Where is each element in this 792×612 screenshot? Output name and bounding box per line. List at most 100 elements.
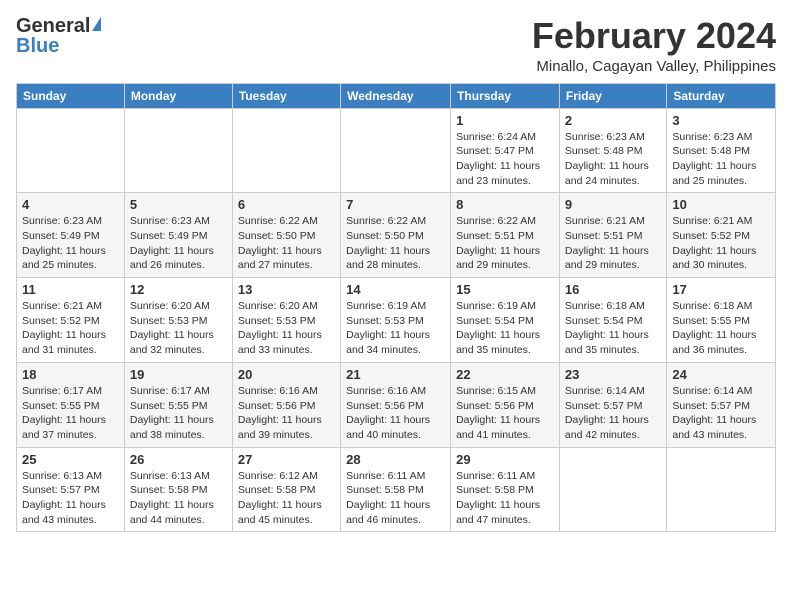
cell-text: Sunrise: 6:12 AMSunset: 5:58 PMDaylight:… [238, 469, 335, 528]
day-number: 8 [456, 197, 554, 212]
day-number: 10 [672, 197, 770, 212]
cell-text: Sunrise: 6:23 AMSunset: 5:48 PMDaylight:… [672, 130, 770, 189]
calendar-table: SundayMondayTuesdayWednesdayThursdayFrid… [16, 83, 776, 533]
cell-text: Sunrise: 6:20 AMSunset: 5:53 PMDaylight:… [130, 299, 227, 358]
cell-text: Sunrise: 6:19 AMSunset: 5:54 PMDaylight:… [456, 299, 554, 358]
calendar-cell: 27 Sunrise: 6:12 AMSunset: 5:58 PMDaylig… [232, 447, 340, 532]
cell-text: Sunrise: 6:17 AMSunset: 5:55 PMDaylight:… [130, 384, 227, 443]
calendar-cell: 9 Sunrise: 6:21 AMSunset: 5:51 PMDayligh… [559, 193, 666, 278]
cell-text: Sunrise: 6:18 AMSunset: 5:55 PMDaylight:… [672, 299, 770, 358]
header-wednesday: Wednesday [341, 83, 451, 108]
cell-text: Sunrise: 6:23 AMSunset: 5:49 PMDaylight:… [130, 214, 227, 273]
calendar-cell: 1 Sunrise: 6:24 AMSunset: 5:47 PMDayligh… [451, 108, 560, 193]
cell-text: Sunrise: 6:13 AMSunset: 5:57 PMDaylight:… [22, 469, 119, 528]
month-title: February 2024 [532, 16, 776, 56]
calendar-cell: 5 Sunrise: 6:23 AMSunset: 5:49 PMDayligh… [124, 193, 232, 278]
day-number: 25 [22, 452, 119, 467]
day-number: 5 [130, 197, 227, 212]
calendar-cell [17, 108, 125, 193]
calendar-cell: 28 Sunrise: 6:11 AMSunset: 5:58 PMDaylig… [341, 447, 451, 532]
calendar-cell [232, 108, 340, 193]
cell-text: Sunrise: 6:11 AMSunset: 5:58 PMDaylight:… [456, 469, 554, 528]
calendar-cell: 26 Sunrise: 6:13 AMSunset: 5:58 PMDaylig… [124, 447, 232, 532]
calendar-cell: 6 Sunrise: 6:22 AMSunset: 5:50 PMDayligh… [232, 193, 340, 278]
calendar-cell: 11 Sunrise: 6:21 AMSunset: 5:52 PMDaylig… [17, 278, 125, 363]
calendar-cell: 2 Sunrise: 6:23 AMSunset: 5:48 PMDayligh… [559, 108, 666, 193]
day-number: 20 [238, 367, 335, 382]
day-number: 7 [346, 197, 445, 212]
day-number: 21 [346, 367, 445, 382]
cell-text: Sunrise: 6:18 AMSunset: 5:54 PMDaylight:… [565, 299, 661, 358]
header-saturday: Saturday [667, 83, 776, 108]
calendar-cell: 19 Sunrise: 6:17 AMSunset: 5:55 PMDaylig… [124, 362, 232, 447]
title-area: February 2024 Minallo, Cagayan Valley, P… [532, 16, 776, 75]
cell-text: Sunrise: 6:14 AMSunset: 5:57 PMDaylight:… [565, 384, 661, 443]
cell-text: Sunrise: 6:22 AMSunset: 5:50 PMDaylight:… [238, 214, 335, 273]
week-row-4: 25 Sunrise: 6:13 AMSunset: 5:57 PMDaylig… [17, 447, 776, 532]
cell-text: Sunrise: 6:21 AMSunset: 5:52 PMDaylight:… [22, 299, 119, 358]
calendar-cell: 7 Sunrise: 6:22 AMSunset: 5:50 PMDayligh… [341, 193, 451, 278]
cell-text: Sunrise: 6:16 AMSunset: 5:56 PMDaylight:… [346, 384, 445, 443]
cell-text: Sunrise: 6:21 AMSunset: 5:51 PMDaylight:… [565, 214, 661, 273]
week-row-1: 4 Sunrise: 6:23 AMSunset: 5:49 PMDayligh… [17, 193, 776, 278]
day-number: 11 [22, 282, 119, 297]
day-number: 27 [238, 452, 335, 467]
cell-text: Sunrise: 6:15 AMSunset: 5:56 PMDaylight:… [456, 384, 554, 443]
day-number: 6 [238, 197, 335, 212]
header-thursday: Thursday [451, 83, 560, 108]
cell-text: Sunrise: 6:17 AMSunset: 5:55 PMDaylight:… [22, 384, 119, 443]
days-header-row: SundayMondayTuesdayWednesdayThursdayFrid… [17, 83, 776, 108]
day-number: 13 [238, 282, 335, 297]
calendar-cell: 10 Sunrise: 6:21 AMSunset: 5:52 PMDaylig… [667, 193, 776, 278]
cell-text: Sunrise: 6:23 AMSunset: 5:49 PMDaylight:… [22, 214, 119, 273]
logo-triangle-icon [92, 17, 101, 31]
cell-text: Sunrise: 6:19 AMSunset: 5:53 PMDaylight:… [346, 299, 445, 358]
calendar-cell: 14 Sunrise: 6:19 AMSunset: 5:53 PMDaylig… [341, 278, 451, 363]
calendar-cell [667, 447, 776, 532]
day-number: 15 [456, 282, 554, 297]
calendar-cell: 8 Sunrise: 6:22 AMSunset: 5:51 PMDayligh… [451, 193, 560, 278]
day-number: 1 [456, 113, 554, 128]
calendar-cell: 24 Sunrise: 6:14 AMSunset: 5:57 PMDaylig… [667, 362, 776, 447]
day-number: 2 [565, 113, 661, 128]
day-number: 3 [672, 113, 770, 128]
calendar-cell: 29 Sunrise: 6:11 AMSunset: 5:58 PMDaylig… [451, 447, 560, 532]
day-number: 9 [565, 197, 661, 212]
cell-text: Sunrise: 6:21 AMSunset: 5:52 PMDaylight:… [672, 214, 770, 273]
week-row-2: 11 Sunrise: 6:21 AMSunset: 5:52 PMDaylig… [17, 278, 776, 363]
day-number: 19 [130, 367, 227, 382]
calendar-cell [124, 108, 232, 193]
location-title: Minallo, Cagayan Valley, Philippines [532, 58, 776, 75]
cell-text: Sunrise: 6:13 AMSunset: 5:58 PMDaylight:… [130, 469, 227, 528]
calendar-cell: 22 Sunrise: 6:15 AMSunset: 5:56 PMDaylig… [451, 362, 560, 447]
cell-text: Sunrise: 6:23 AMSunset: 5:48 PMDaylight:… [565, 130, 661, 189]
calendar-cell: 25 Sunrise: 6:13 AMSunset: 5:57 PMDaylig… [17, 447, 125, 532]
day-number: 26 [130, 452, 227, 467]
calendar-cell [559, 447, 666, 532]
calendar-cell: 12 Sunrise: 6:20 AMSunset: 5:53 PMDaylig… [124, 278, 232, 363]
header-friday: Friday [559, 83, 666, 108]
logo-general: General [16, 16, 90, 36]
calendar-cell: 13 Sunrise: 6:20 AMSunset: 5:53 PMDaylig… [232, 278, 340, 363]
calendar-cell: 23 Sunrise: 6:14 AMSunset: 5:57 PMDaylig… [559, 362, 666, 447]
calendar-cell: 21 Sunrise: 6:16 AMSunset: 5:56 PMDaylig… [341, 362, 451, 447]
cell-text: Sunrise: 6:11 AMSunset: 5:58 PMDaylight:… [346, 469, 445, 528]
calendar-cell: 15 Sunrise: 6:19 AMSunset: 5:54 PMDaylig… [451, 278, 560, 363]
day-number: 12 [130, 282, 227, 297]
day-number: 24 [672, 367, 770, 382]
header-tuesday: Tuesday [232, 83, 340, 108]
logo-blue: Blue [16, 36, 59, 56]
calendar-cell: 16 Sunrise: 6:18 AMSunset: 5:54 PMDaylig… [559, 278, 666, 363]
day-number: 18 [22, 367, 119, 382]
calendar-cell: 4 Sunrise: 6:23 AMSunset: 5:49 PMDayligh… [17, 193, 125, 278]
cell-text: Sunrise: 6:16 AMSunset: 5:56 PMDaylight:… [238, 384, 335, 443]
week-row-3: 18 Sunrise: 6:17 AMSunset: 5:55 PMDaylig… [17, 362, 776, 447]
day-number: 4 [22, 197, 119, 212]
cell-text: Sunrise: 6:22 AMSunset: 5:50 PMDaylight:… [346, 214, 445, 273]
calendar-cell: 17 Sunrise: 6:18 AMSunset: 5:55 PMDaylig… [667, 278, 776, 363]
calendar-cell: 20 Sunrise: 6:16 AMSunset: 5:56 PMDaylig… [232, 362, 340, 447]
day-number: 22 [456, 367, 554, 382]
day-number: 16 [565, 282, 661, 297]
header-sunday: Sunday [17, 83, 125, 108]
day-number: 29 [456, 452, 554, 467]
